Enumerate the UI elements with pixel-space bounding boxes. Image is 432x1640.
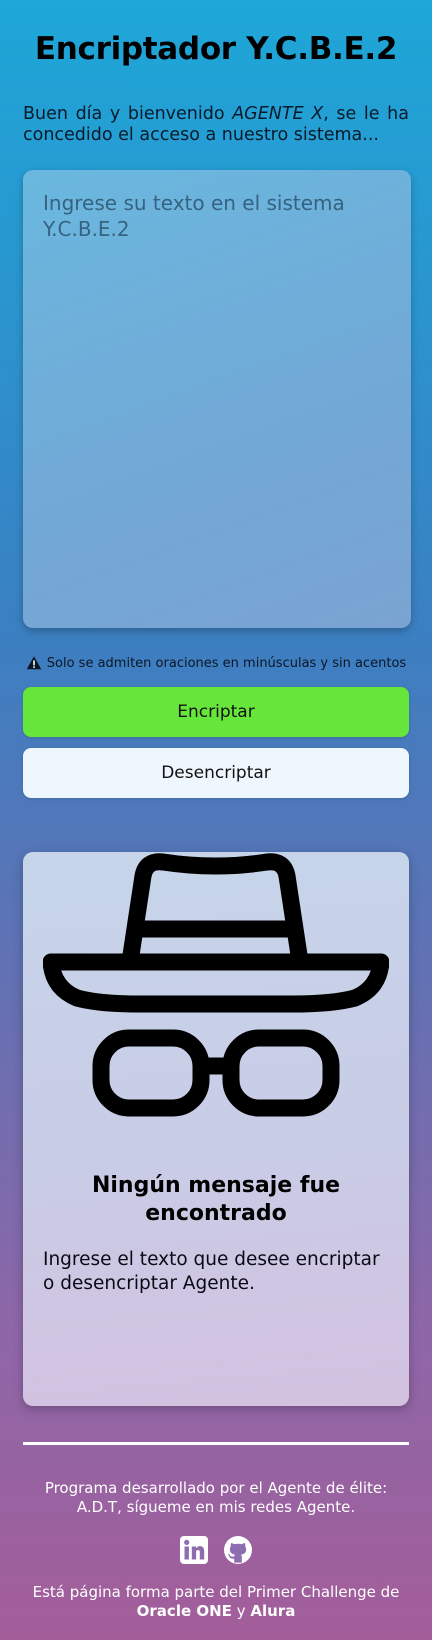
social-links xyxy=(23,1535,409,1565)
page-title: Encriptador Y.C.B.E.2 xyxy=(34,31,398,67)
linkedin-icon[interactable] xyxy=(179,1535,209,1565)
result-title: Ningún mensaje fue encontrado xyxy=(91,1173,341,1226)
welcome-message: Buen día y bienvenido AGENTE X, se le ha… xyxy=(23,104,409,146)
message-input[interactable] xyxy=(43,190,391,608)
welcome-text-start: Buen día y bienvenido xyxy=(23,104,233,124)
decrypt-button[interactable]: Desencriptar xyxy=(23,748,409,798)
incognito-spy-icon xyxy=(43,853,389,1117)
result-panel: Ningún mensaje fue encontrado Ingrese el… xyxy=(23,852,409,1406)
footer-challenge: Está página forma parte del Primer Chall… xyxy=(23,1583,409,1621)
result-description: Ingrese el texto que desee encriptar o d… xyxy=(43,1249,380,1294)
footer-divider xyxy=(23,1442,409,1445)
encrypt-button[interactable]: Encriptar xyxy=(23,687,409,737)
footer-credit: Programa desarrollado por el Agente de é… xyxy=(44,1479,388,1516)
challenge-text: Está página forma parte del Primer Chall… xyxy=(32,1583,400,1601)
challenge-join: y xyxy=(236,1602,246,1620)
warning-text: Solo se admiten oraciones en minúsculas … xyxy=(46,655,407,671)
input-warning: Solo se admiten oraciones en minúsculas … xyxy=(23,654,409,672)
warning-triangle-icon xyxy=(26,656,42,670)
text-input-panel xyxy=(23,170,411,628)
github-icon[interactable] xyxy=(223,1535,253,1565)
page: Encriptador Y.C.B.E.2 Buen día y bienven… xyxy=(0,0,432,1640)
oracle-one-link: Oracle ONE xyxy=(136,1602,232,1620)
agent-name: AGENTE X xyxy=(232,104,324,124)
alura-link: Alura xyxy=(250,1602,296,1620)
